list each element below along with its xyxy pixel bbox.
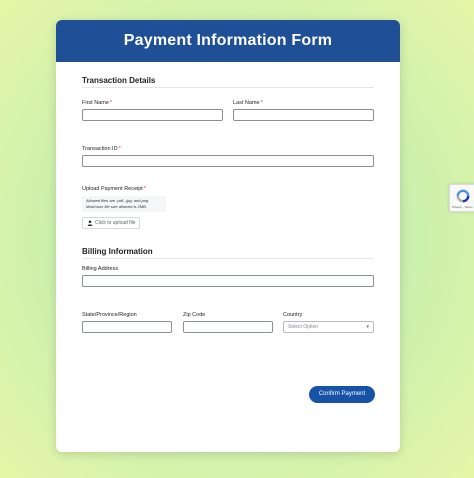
upload-file-button[interactable]: Click to upload file [82, 217, 140, 229]
form-title: Payment Information Form [56, 20, 400, 62]
country-select[interactable]: Select Option ▾ [283, 321, 374, 333]
billing-address-label: Billing Address [82, 266, 119, 272]
required-mark: * [109, 100, 113, 106]
required-mark: * [118, 146, 121, 152]
required-mark: * [143, 186, 146, 192]
country-label: Country [283, 312, 303, 318]
payment-form-card: Payment Information Form Transaction Det… [56, 20, 400, 452]
chevron-down-icon: ▾ [366, 324, 369, 330]
required-mark: * [260, 100, 263, 106]
section-divider [82, 87, 374, 88]
billing-address-input[interactable] [82, 275, 374, 287]
billing-section-title: Billing Information [82, 247, 153, 256]
upload-hint-size: Maximum file size allowed is 2MB. [86, 203, 147, 209]
section-divider [82, 258, 374, 259]
first-name-label: First Name* [82, 100, 112, 106]
confirm-payment-button[interactable]: Confirm Payment [309, 386, 375, 403]
last-name-label-text: Last Name [233, 100, 260, 106]
transaction-id-label: Transaction ID* [82, 146, 121, 152]
upload-receipt-label-text: Upload Payment Receipt [82, 186, 143, 192]
transaction-id-input[interactable] [82, 155, 374, 167]
country-placeholder: Select Option [288, 324, 319, 330]
first-name-label-text: First Name [82, 100, 109, 106]
upload-hint: Allowed files are .pdf, .jpg, and.png Ma… [82, 196, 166, 212]
last-name-input[interactable] [233, 109, 374, 121]
state-input[interactable] [82, 321, 172, 333]
state-label: State/Province/Region [82, 312, 137, 318]
first-name-input[interactable] [82, 109, 223, 121]
recaptcha-badge[interactable]: Privacy - Terms [449, 184, 474, 212]
user-icon [87, 220, 93, 226]
recaptcha-icon [456, 189, 470, 203]
recaptcha-links[interactable]: Privacy - Terms [452, 205, 473, 209]
upload-button-label: Click to upload file [95, 220, 136, 226]
zip-code-input[interactable] [183, 321, 273, 333]
transaction-id-label-text: Transaction ID [82, 146, 118, 152]
last-name-label: Last Name* [233, 100, 263, 106]
zip-code-label: Zip Code [183, 312, 206, 318]
transaction-section-title: Transaction Details [82, 76, 156, 85]
upload-receipt-label: Upload Payment Receipt* [82, 186, 146, 192]
